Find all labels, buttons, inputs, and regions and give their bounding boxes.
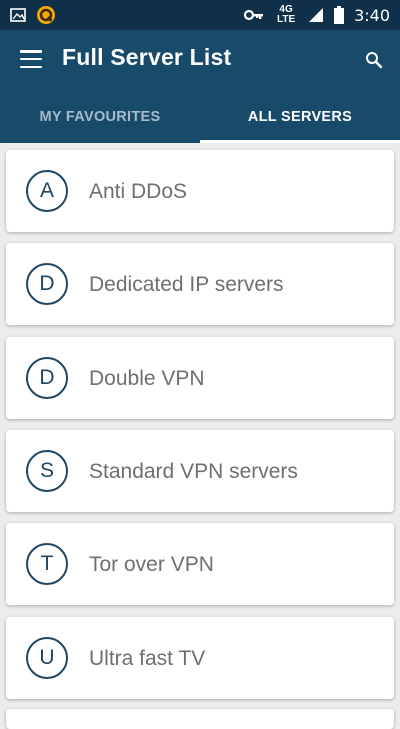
category-label: Standard VPN servers	[89, 460, 298, 483]
vpn-key-icon	[244, 9, 264, 21]
tab-bar: MY FAVOURITES ALL SERVERS	[0, 90, 400, 143]
page-title: Full Server List	[62, 44, 232, 70]
status-bar-left	[10, 5, 56, 25]
tab-all-servers[interactable]: ALL SERVERS	[200, 90, 400, 143]
category-label: Dedicated IP servers	[89, 273, 284, 296]
server-category-ultra-fast-tv[interactable]: U Ultra fast TV	[6, 617, 394, 699]
status-bar: 4G LTE 3:40	[0, 0, 400, 30]
category-label: Double VPN	[89, 367, 205, 390]
server-category-double-vpn[interactable]: D Double VPN	[6, 337, 394, 419]
server-category-anti-ddos[interactable]: A Anti DDoS	[6, 150, 394, 232]
hamburger-menu-icon[interactable]	[20, 50, 42, 68]
app-notification-icon	[37, 6, 55, 24]
signal-icon	[309, 8, 324, 22]
image-icon	[10, 8, 26, 22]
status-bar-right: 4G LTE 3:40	[244, 5, 390, 25]
app-bar: Full Server List MY FAVOURITES ALL SERVE…	[0, 30, 400, 143]
network-type-label: 4G LTE	[276, 4, 296, 25]
category-label: Ultra fast TV	[89, 647, 206, 670]
server-category-tor-over-vpn[interactable]: T Tor over VPN	[6, 523, 394, 605]
category-label: Tor over VPN	[89, 553, 214, 576]
server-category-dedicated-ip[interactable]: D Dedicated IP servers	[6, 243, 394, 325]
status-bar-time: 3:40	[354, 5, 390, 25]
category-letter-badge: A	[26, 170, 68, 212]
category-letter-badge: D	[26, 357, 68, 399]
category-letter-badge: D	[26, 263, 68, 305]
search-icon	[366, 52, 383, 69]
category-label: Anti DDoS	[89, 180, 188, 203]
tab-my-favourites[interactable]: MY FAVOURITES	[0, 90, 200, 143]
server-category-next-partial[interactable]	[6, 709, 394, 729]
category-letter-badge: S	[26, 450, 68, 492]
battery-icon	[334, 6, 345, 24]
toolbar: Full Server List	[0, 30, 400, 90]
category-letter-badge: U	[26, 637, 68, 679]
search-button[interactable]	[360, 46, 388, 74]
server-category-standard-vpn[interactable]: S Standard VPN servers	[6, 430, 394, 512]
category-letter-badge: T	[26, 543, 68, 585]
